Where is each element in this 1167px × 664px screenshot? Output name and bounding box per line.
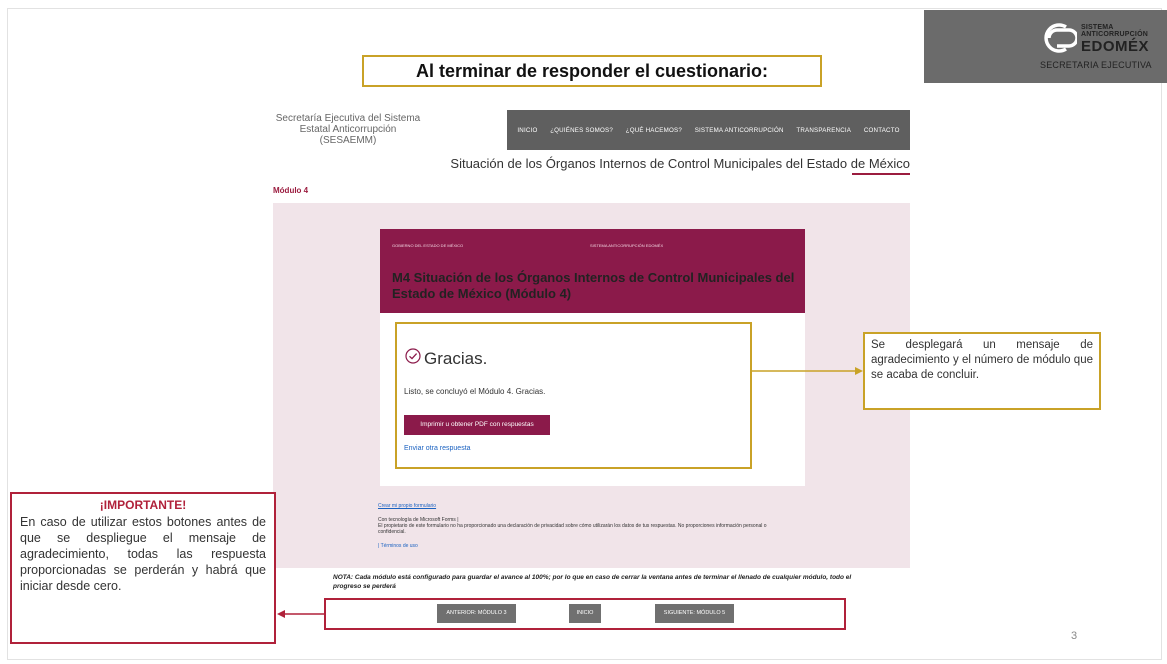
left-arrowhead-icon [277, 610, 285, 618]
important-title: ¡IMPORTANTE! [99, 498, 187, 512]
right-arrowhead-icon [855, 367, 863, 375]
important-body: En caso de utilizar estos botones antes … [20, 515, 266, 593]
thanks-callout: Se desplegará un mensaje de agradecimien… [863, 332, 1101, 410]
page-number: 3 [1071, 630, 1078, 642]
important-callout: ¡IMPORTANTE! En caso de utilizar estos b… [10, 492, 276, 644]
